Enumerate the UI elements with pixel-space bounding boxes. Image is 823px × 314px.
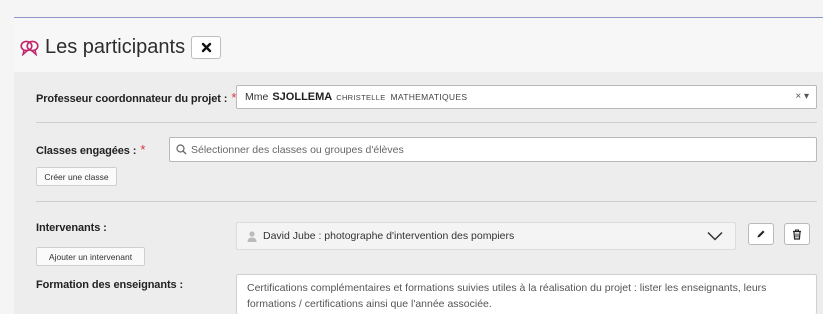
divider: [36, 201, 817, 202]
close-icon: [201, 42, 211, 53]
section-heading: Les participants: [20, 36, 222, 59]
coordinateur-select[interactable]: Mme SJOLLEMA CHRISTELLE MATHEMATIQUES × …: [236, 85, 817, 109]
coordinateur-label-text: Professeur coordonnateur du projet :: [36, 93, 228, 105]
edit-intervenant-button[interactable]: [748, 223, 774, 245]
select-clear-and-dropdown[interactable]: × ▾: [795, 91, 809, 102]
chevron-down-icon[interactable]: [707, 231, 723, 241]
user-icon: [247, 230, 257, 242]
coordinateur-civilite: Mme: [245, 91, 269, 103]
add-intervenant-button[interactable]: Ajouter un intervenant: [36, 247, 145, 266]
trash-icon: [793, 228, 801, 240]
pencil-icon: [757, 230, 765, 238]
coordinateur-prenom: CHRISTELLE: [336, 92, 386, 102]
delete-intervenant-button[interactable]: [784, 223, 810, 245]
coordinateur-label: Professeur coordonnateur du projet : *: [36, 90, 236, 105]
classes-label: Classes engagées : *: [36, 142, 145, 157]
intervenants-label: Intervenants :: [36, 222, 107, 234]
classes-label-text: Classes engagées :: [36, 145, 137, 157]
intervenant-select[interactable]: David Jube : photographe d'intervention …: [236, 222, 736, 250]
speech-bubbles-icon: [20, 40, 39, 56]
create-class-button[interactable]: Créer une classe: [36, 167, 117, 186]
formation-label: Formation des enseignants :: [36, 279, 184, 291]
intervenant-name: David Jube : photographe d'intervention …: [263, 230, 515, 242]
close-button[interactable]: [191, 36, 222, 59]
search-icon: [176, 144, 187, 155]
divider: [36, 122, 817, 123]
classes-search-input[interactable]: Sélectionner des classes ou groupes d'él…: [169, 137, 817, 162]
formation-textarea[interactable]: Certifications complémentaires et format…: [236, 274, 817, 314]
coordinateur-nom: SJOLLEMA: [272, 91, 333, 103]
search-placeholder: Sélectionner des classes ou groupes d'él…: [191, 143, 404, 156]
coordinateur-matiere: MATHEMATIQUES: [390, 92, 468, 102]
required-mark: *: [140, 142, 146, 157]
page-title: Les participants: [45, 36, 186, 58]
